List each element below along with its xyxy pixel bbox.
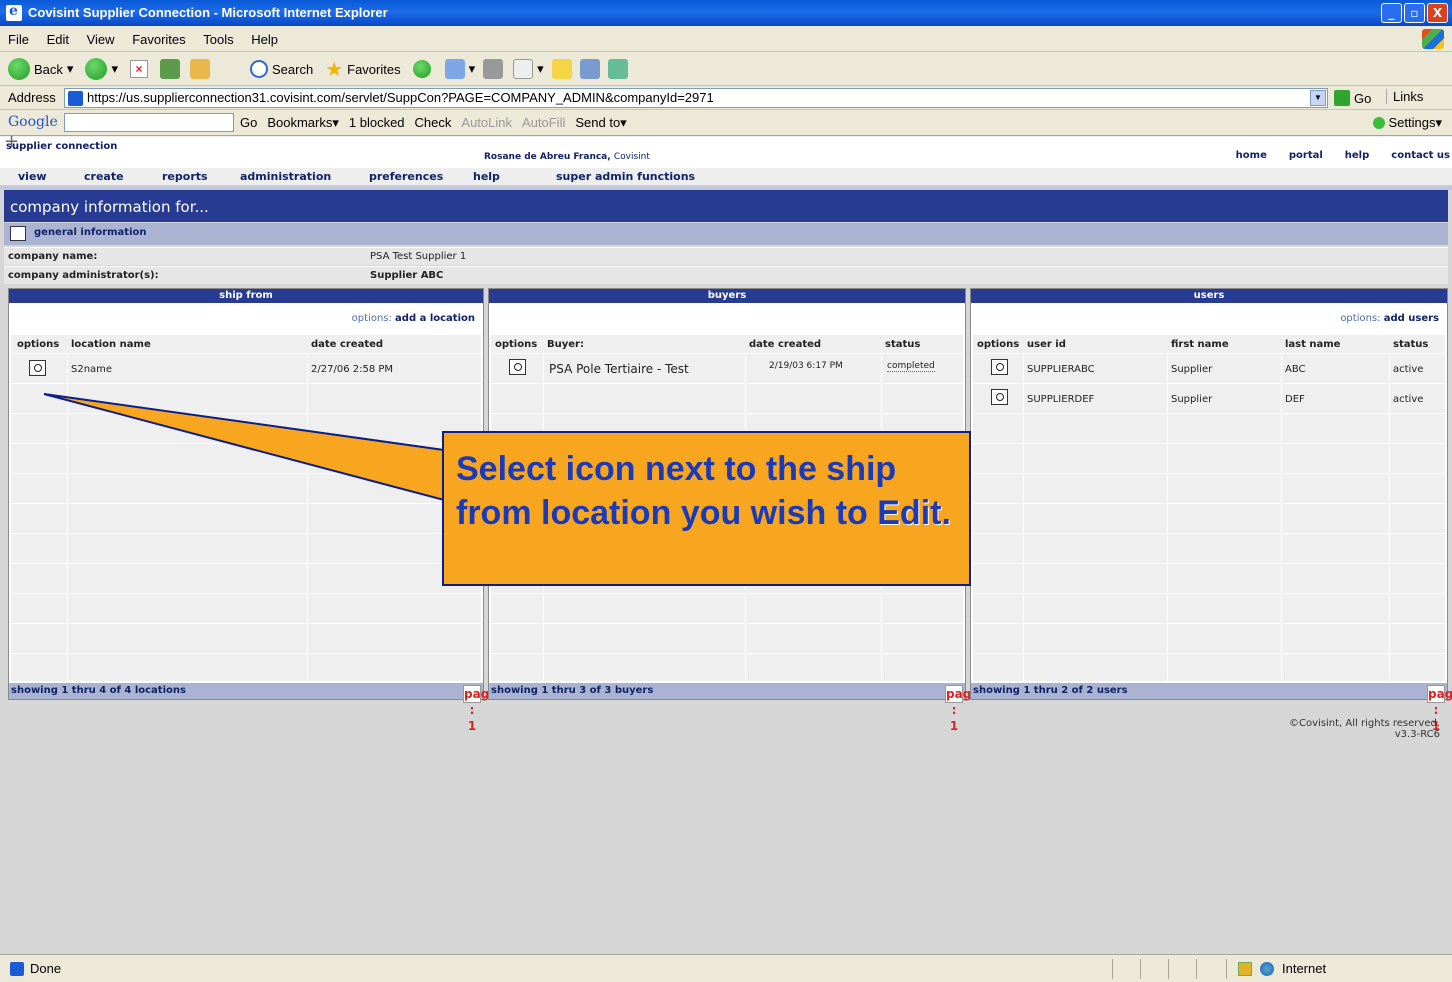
browser-window: Covisint Supplier Connection - Microsoft… xyxy=(0,0,1452,982)
security-zone[interactable]: Internet xyxy=(1282,961,1326,976)
status-bar: Done Internet xyxy=(0,954,1452,982)
callout-text: Select icon next to the ship from locati… xyxy=(456,450,897,532)
internet-zone-icon xyxy=(1260,961,1274,976)
lock-icon[interactable] xyxy=(1238,961,1252,976)
page-done-icon xyxy=(10,961,24,976)
callout-arrow xyxy=(43,393,445,502)
callout-emphasis: Edit. xyxy=(877,494,951,532)
instruction-callout: Select icon next to the ship from locati… xyxy=(442,431,971,586)
status-text: Done xyxy=(30,961,62,976)
